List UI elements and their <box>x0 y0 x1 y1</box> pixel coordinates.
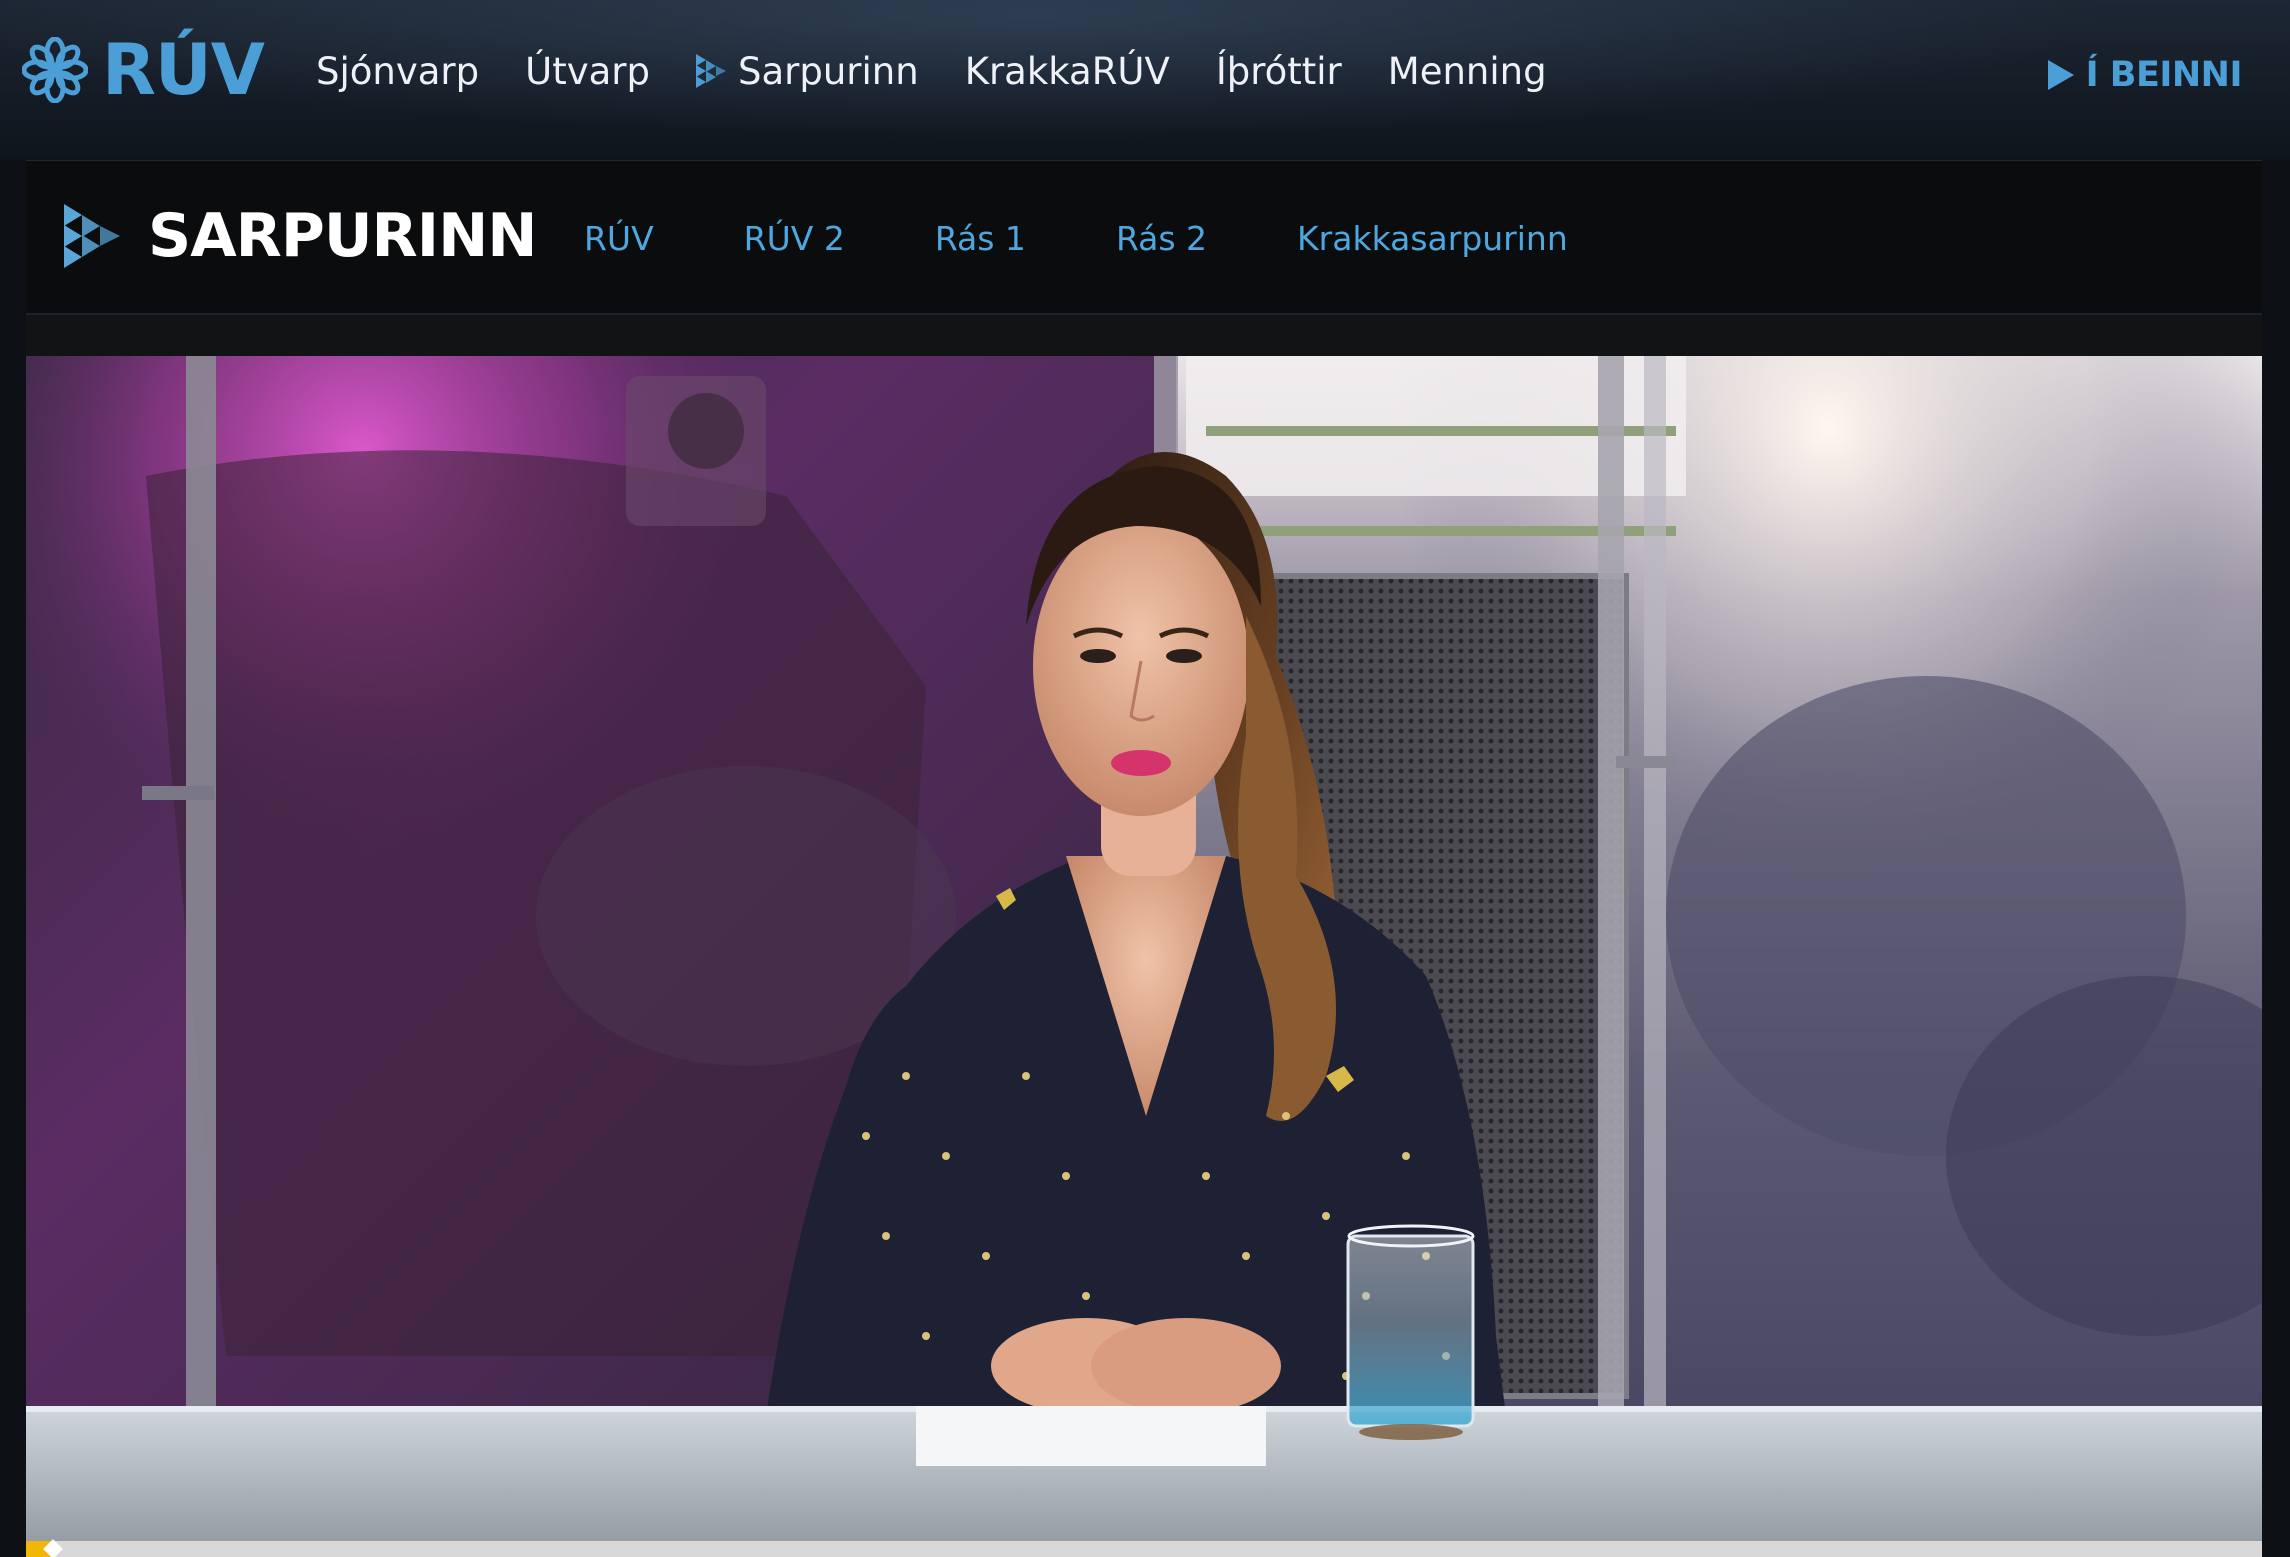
main-nav-sjonvarp[interactable]: Sjónvarp <box>316 50 479 93</box>
ruv-logo[interactable]: RÚV <box>22 29 265 111</box>
main-nav-label: Sarpurinn <box>737 49 919 93</box>
channel-tabs: RÚV RÚV 2 Rás 1 Rás 2 Krakkasarpurinn <box>584 207 1658 269</box>
live-button[interactable]: Í BEINNI <box>2047 48 2243 102</box>
tab-ras-2[interactable]: Rás 2 <box>1116 219 1207 258</box>
main-nav-label: Íþróttir <box>1215 49 1342 93</box>
tab-ras-1[interactable]: Rás 1 <box>935 219 1026 258</box>
main-nav-label: Útvarp <box>525 49 650 93</box>
main-nav-ithrottir[interactable]: Íþróttir <box>1216 50 1342 93</box>
sarpurinn-triangles-icon <box>64 204 120 268</box>
site-header: RÚV Sjónvarp Útvarp Sarpurinn KrakkaRÚV … <box>0 0 2290 160</box>
sarpurinn-logo[interactable]: SARPURINN <box>64 201 537 271</box>
main-nav-label: Menning <box>1387 49 1547 93</box>
main-nav-krakkaruv[interactable]: KrakkaRÚV <box>965 50 1170 93</box>
live-label: Í BEINNI <box>2085 55 2243 95</box>
ruv-logo-text: RÚV <box>102 29 265 111</box>
tab-ruv-2[interactable]: RÚV 2 <box>744 219 845 258</box>
main-nav: Sjónvarp Útvarp Sarpurinn KrakkaRÚV Íþró… <box>316 40 1593 102</box>
sarpurinn-title: SARPURINN <box>148 201 537 271</box>
ruv-flower-icon <box>22 37 88 103</box>
video-frame <box>26 356 2262 1557</box>
main-nav-sarpurinn[interactable]: Sarpurinn <box>695 49 919 93</box>
main-nav-utvarp[interactable]: Útvarp <box>525 50 650 93</box>
play-icon <box>2047 60 2074 90</box>
sarpurinn-play-icon <box>695 54 728 88</box>
sarpurinn-panel: SARPURINN RÚV RÚV 2 Rás 1 Rás 2 Krakkasa… <box>26 160 2262 1557</box>
main-nav-menning[interactable]: Menning <box>1388 50 1547 93</box>
main-nav-label: Sjónvarp <box>316 49 480 93</box>
tab-ruv[interactable]: RÚV <box>584 219 654 258</box>
video-progress-bar[interactable] <box>26 1539 2262 1557</box>
video-player[interactable] <box>26 356 2262 1557</box>
tab-krakkasarpurinn[interactable]: Krakkasarpurinn <box>1297 219 1568 258</box>
main-nav-label: KrakkaRÚV <box>964 49 1170 93</box>
sarpurinn-header: SARPURINN RÚV RÚV 2 Rás 1 Rás 2 Krakkasa… <box>26 161 2262 315</box>
